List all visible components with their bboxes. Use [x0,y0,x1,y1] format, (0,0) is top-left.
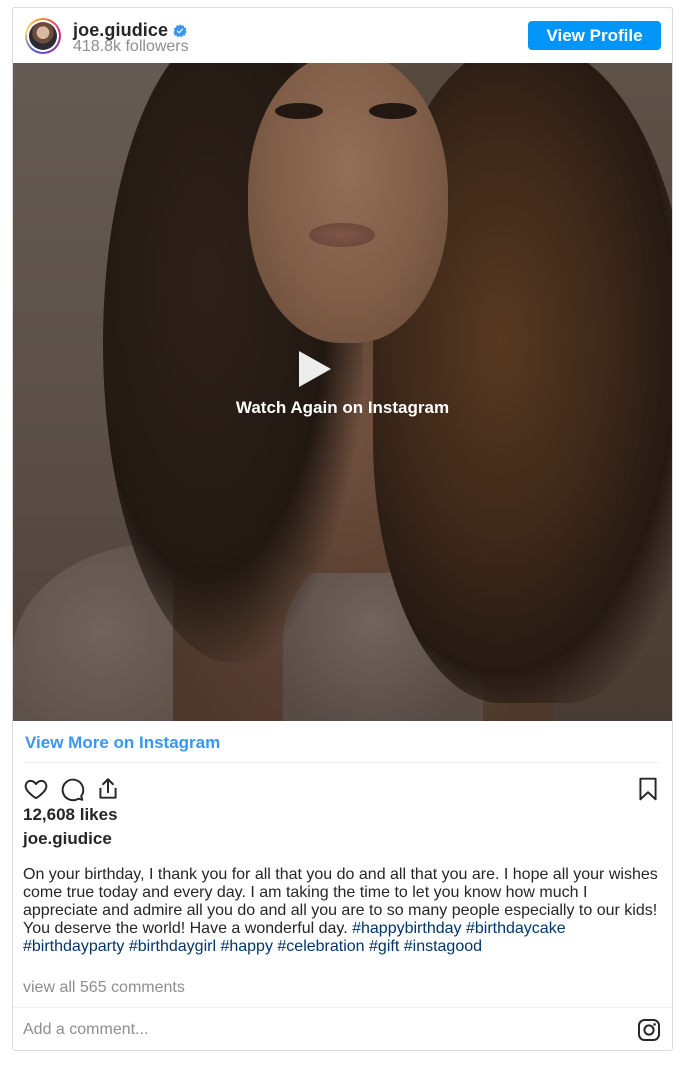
hashtag-link[interactable]: #instagood [404,938,482,955]
heart-icon[interactable] [23,776,49,802]
hashtag-link[interactable]: #birthdaycake [466,920,566,937]
view-profile-button[interactable]: View Profile [528,21,661,50]
hashtag-link[interactable]: #happybirthday [352,920,461,937]
post-header: joe.giudice 418.8k followers View Profil… [13,8,672,62]
caption-text: On your birthday, I thank you for all th… [23,866,663,956]
post-video[interactable]: Watch Again on Instagram [13,63,672,721]
hashtag-link[interactable]: #birthdaygirl [129,938,216,955]
watch-again-link[interactable]: Watch Again on Instagram [13,398,672,418]
play-icon[interactable] [299,351,331,387]
hashtag-link[interactable]: #happy [220,938,273,955]
view-more-link[interactable]: View More on Instagram [25,733,220,753]
comment-icon[interactable] [59,776,85,802]
hashtag-link[interactable]: #birthdayparty [23,938,124,955]
avatar-image [29,22,57,50]
follower-count: 418.8k followers [73,38,189,55]
like-count[interactable]: 12,608 likes [23,805,118,825]
instagram-logo-icon[interactable] [637,1018,661,1042]
share-icon[interactable] [95,776,121,802]
comment-bar [13,1007,672,1050]
hashtag-link[interactable]: #celebration [277,938,364,955]
view-all-comments-link[interactable]: view all 565 comments [23,979,185,997]
add-comment-input[interactable] [23,1018,603,1042]
instagram-embed-card: joe.giudice 418.8k followers View Profil… [12,7,673,1051]
bookmark-icon[interactable] [635,776,661,802]
avatar[interactable] [25,18,61,54]
verified-badge-icon [173,23,187,37]
divider [25,762,660,763]
action-bar [13,770,672,810]
hashtag-link[interactable]: #gift [369,938,399,955]
caption-username[interactable]: joe.giudice [23,829,112,849]
